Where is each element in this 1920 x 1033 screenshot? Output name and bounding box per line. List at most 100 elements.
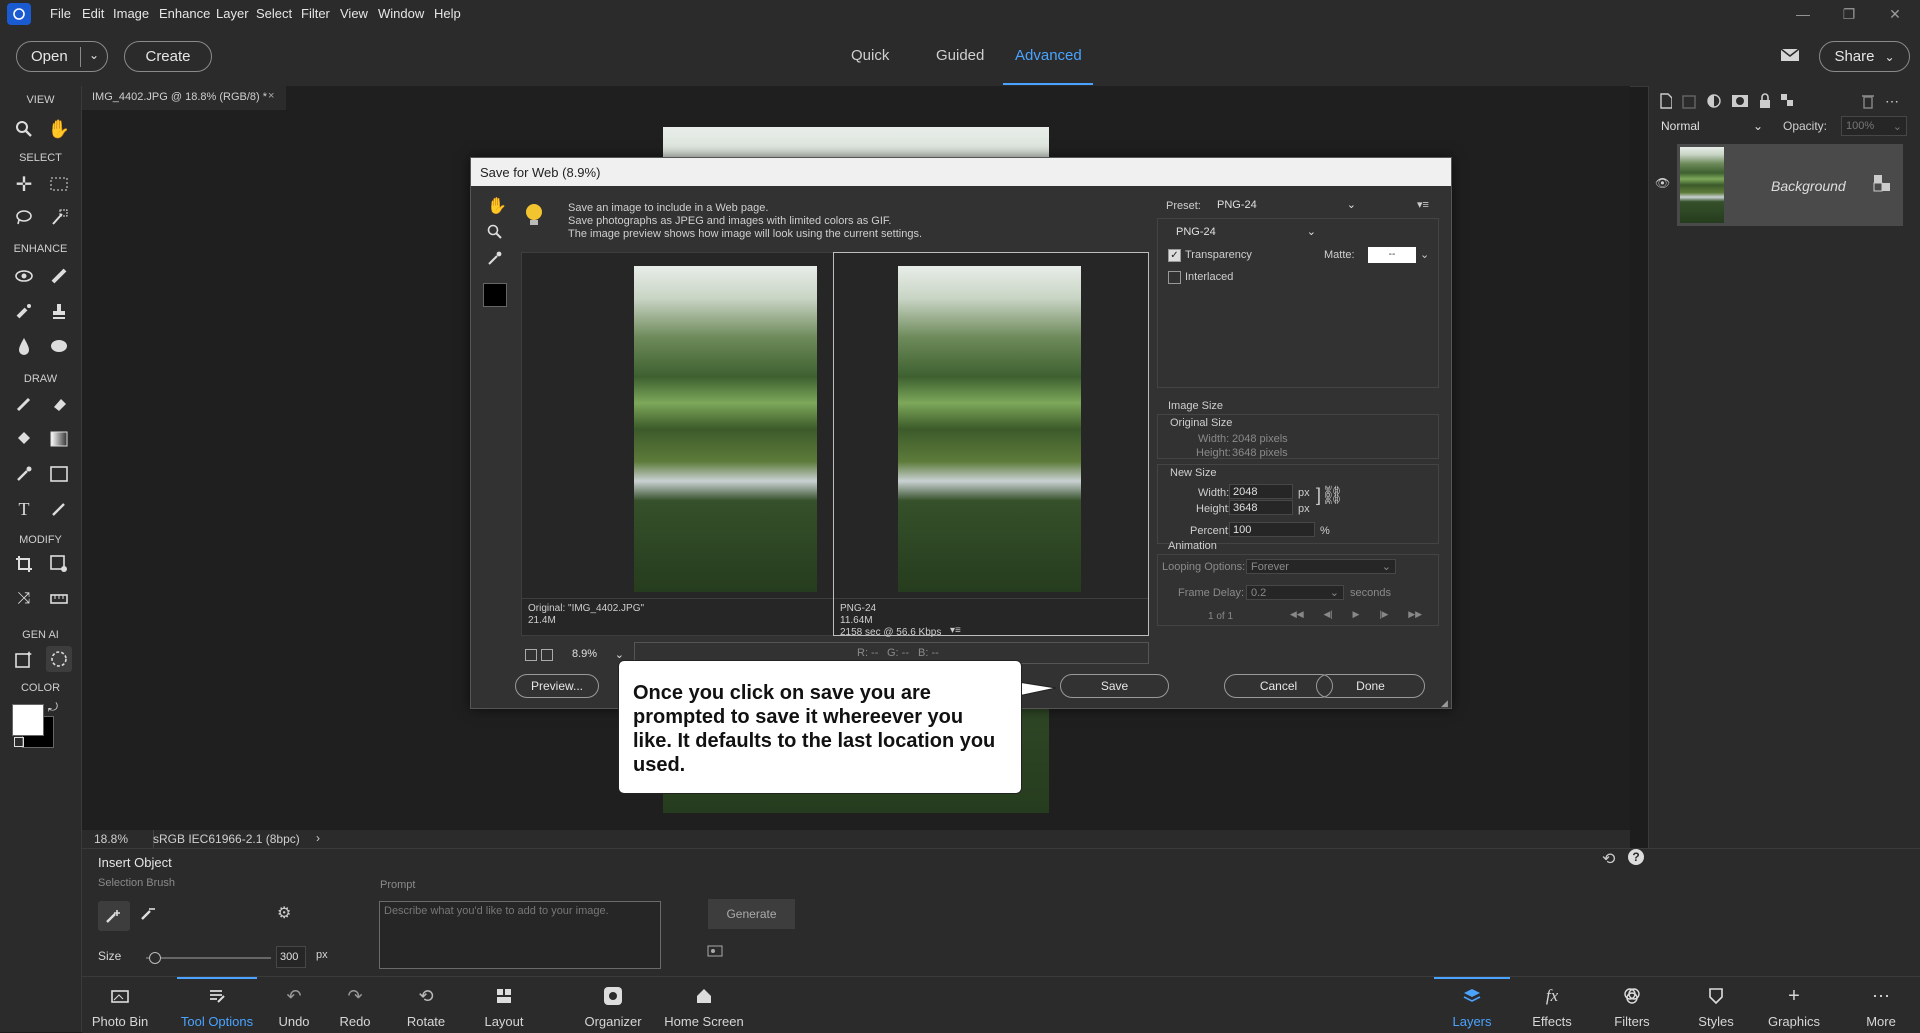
new-height-input[interactable]: 3648 xyxy=(1229,500,1293,515)
graphics-button[interactable]: + Graphics xyxy=(1758,977,1830,1033)
original-preview-pane[interactable]: Original: "IMG_4402.JPG" 21.4M xyxy=(521,252,837,636)
size-slider-track[interactable] xyxy=(146,957,271,959)
recompose-tool-icon[interactable] xyxy=(46,551,72,577)
type-tool-icon[interactable]: T xyxy=(11,496,37,522)
minimize-icon[interactable]: — xyxy=(1780,0,1826,28)
next-frame-icon[interactable]: |▶ xyxy=(1379,609,1388,624)
swap-colors-icon[interactable]: ⤾ xyxy=(48,700,58,715)
subtract-brush-button[interactable] xyxy=(140,905,158,921)
matte-select[interactable]: -- xyxy=(1368,247,1416,263)
zoom-in-icon[interactable] xyxy=(541,649,553,661)
restore-icon[interactable]: ❐ xyxy=(1826,0,1872,28)
tab-quick[interactable]: Quick xyxy=(851,47,889,64)
layer-name[interactable]: Background xyxy=(1771,178,1846,194)
smart-brush-tool-icon[interactable] xyxy=(11,298,37,324)
zoom-tool-icon[interactable] xyxy=(11,116,37,142)
menu-image[interactable]: Image xyxy=(113,6,149,21)
rotate-button[interactable]: ⟲ Rotate xyxy=(398,977,454,1033)
frame-delay-select[interactable]: 0.2 ⌄ xyxy=(1246,585,1344,600)
optimize-menu-icon[interactable]: ▾≡ xyxy=(1417,198,1429,211)
insert-object-icon[interactable] xyxy=(46,646,72,672)
document-tab[interactable]: IMG_4402.JPG @ 18.8% (RGB/8) * × xyxy=(82,86,286,110)
paint-bucket-tool-icon[interactable] xyxy=(11,426,37,452)
new-layer-icon[interactable] xyxy=(1659,93,1672,109)
undo-button[interactable]: ↶ Undo xyxy=(269,977,319,1033)
settings-gear-icon[interactable]: ⚙ xyxy=(277,903,291,923)
move-tool-icon[interactable]: ✛ xyxy=(11,171,37,197)
chevron-down-icon[interactable]: ⌄ xyxy=(1420,248,1429,261)
menu-edit[interactable]: Edit xyxy=(82,6,104,21)
eyedropper-tool-icon[interactable] xyxy=(11,461,37,487)
preview-button[interactable]: Preview... xyxy=(515,674,599,698)
content-aware-move-icon[interactable]: ⤨ xyxy=(11,586,37,612)
optimized-preview-pane[interactable]: PNG-24 11.64M 2158 sec @ 56.6 Kbps ▾≡ xyxy=(833,252,1149,638)
sponge-tool-icon[interactable] xyxy=(46,333,72,359)
styles-button[interactable]: Styles xyxy=(1686,977,1746,1033)
layers-tab-button[interactable]: Layers xyxy=(1434,977,1510,1033)
eyedropper-tool-icon[interactable] xyxy=(487,250,503,266)
menu-help[interactable]: Help xyxy=(434,6,461,21)
more-button[interactable]: ⋯ More xyxy=(1856,977,1906,1033)
done-button[interactable]: Done xyxy=(1316,674,1425,698)
layer-row-background[interactable]: Background xyxy=(1677,144,1903,226)
delete-layer-icon[interactable] xyxy=(1861,93,1875,109)
tab-guided[interactable]: Guided xyxy=(936,47,984,64)
percent-input[interactable]: 100 xyxy=(1229,522,1315,537)
tab-advanced[interactable]: Advanced xyxy=(1015,47,1082,64)
lasso-tool-icon[interactable] xyxy=(11,204,37,230)
play-icon[interactable]: ▶ xyxy=(1353,609,1360,624)
photo-bin-button[interactable]: Photo Bin xyxy=(80,977,160,1033)
organizer-button[interactable]: Organizer xyxy=(578,977,648,1033)
gradient-tool-icon[interactable] xyxy=(46,426,72,452)
adjustment-layer-icon[interactable] xyxy=(1706,93,1722,109)
eraser-tool-icon[interactable] xyxy=(46,391,72,417)
add-brush-button[interactable] xyxy=(98,901,130,931)
download-speed-menu-icon[interactable]: ▾≡ xyxy=(950,625,961,636)
share-button[interactable]: Share ⌄ xyxy=(1819,41,1910,72)
home-screen-button[interactable]: Home Screen xyxy=(654,977,754,1033)
menu-select[interactable]: Select xyxy=(256,6,292,21)
menu-window[interactable]: Window xyxy=(378,6,424,21)
menu-view[interactable]: View xyxy=(340,6,368,21)
zoom-level[interactable]: 18.8% xyxy=(94,832,128,846)
visibility-eye-icon[interactable]: 👁 xyxy=(1655,176,1670,190)
new-width-input[interactable]: 2048 xyxy=(1229,484,1293,499)
looping-select[interactable]: Forever ⌄ xyxy=(1246,559,1396,574)
clone-stamp-tool-icon[interactable] xyxy=(46,298,72,324)
menu-enhance[interactable]: Enhance xyxy=(159,6,210,21)
panel-menu-icon[interactable]: ⋯ xyxy=(1885,93,1899,110)
zoom-select[interactable]: 8.9% ⌄ xyxy=(568,646,628,662)
interlaced-checkbox[interactable] xyxy=(1168,271,1181,284)
hand-tool-icon[interactable]: ✋ xyxy=(487,196,507,216)
redo-button[interactable]: ↷ Redo xyxy=(330,977,380,1033)
mail-icon[interactable] xyxy=(1780,48,1800,62)
red-eye-tool-icon[interactable] xyxy=(11,263,37,289)
constrain-proportions-icon[interactable]: ]⛓ xyxy=(1316,485,1344,506)
filters-button[interactable]: Filters xyxy=(1600,977,1664,1033)
generative-fill-icon[interactable] xyxy=(11,646,37,672)
size-slider-thumb[interactable] xyxy=(149,952,161,964)
lock-transparency-icon[interactable] xyxy=(1780,93,1795,109)
sample-image-icon[interactable] xyxy=(707,943,723,957)
blur-tool-icon[interactable] xyxy=(11,333,37,359)
opacity-field[interactable]: 100% ⌄ xyxy=(1841,116,1907,136)
default-colors-icon[interactable] xyxy=(14,737,24,747)
prompt-textarea[interactable]: Describe what you'd like to add to your … xyxy=(379,901,661,969)
shape-tool-icon[interactable] xyxy=(46,461,72,487)
menu-filter[interactable]: Filter xyxy=(301,6,330,21)
lock-icon[interactable] xyxy=(1758,93,1771,109)
close-window-icon[interactable]: ✕ xyxy=(1872,0,1918,28)
pencil-tool-icon[interactable] xyxy=(46,496,72,522)
open-button[interactable]: Open ⌄ xyxy=(16,41,108,72)
first-frame-icon[interactable]: ◀◀ xyxy=(1290,609,1304,624)
menu-file[interactable]: File xyxy=(50,6,71,21)
previous-frame-icon[interactable]: ◀| xyxy=(1323,609,1332,624)
straighten-tool-icon[interactable] xyxy=(46,586,72,612)
layer-mask-icon[interactable] xyxy=(1731,93,1748,109)
tool-options-button[interactable]: Tool Options xyxy=(177,977,257,1033)
resize-grip-icon[interactable]: ◢ xyxy=(1441,698,1448,709)
quick-selection-tool-icon[interactable] xyxy=(46,204,72,230)
eyedropper-color-swatch[interactable] xyxy=(483,283,507,307)
zoom-out-icon[interactable] xyxy=(525,649,537,661)
generate-button[interactable]: Generate xyxy=(708,899,795,929)
